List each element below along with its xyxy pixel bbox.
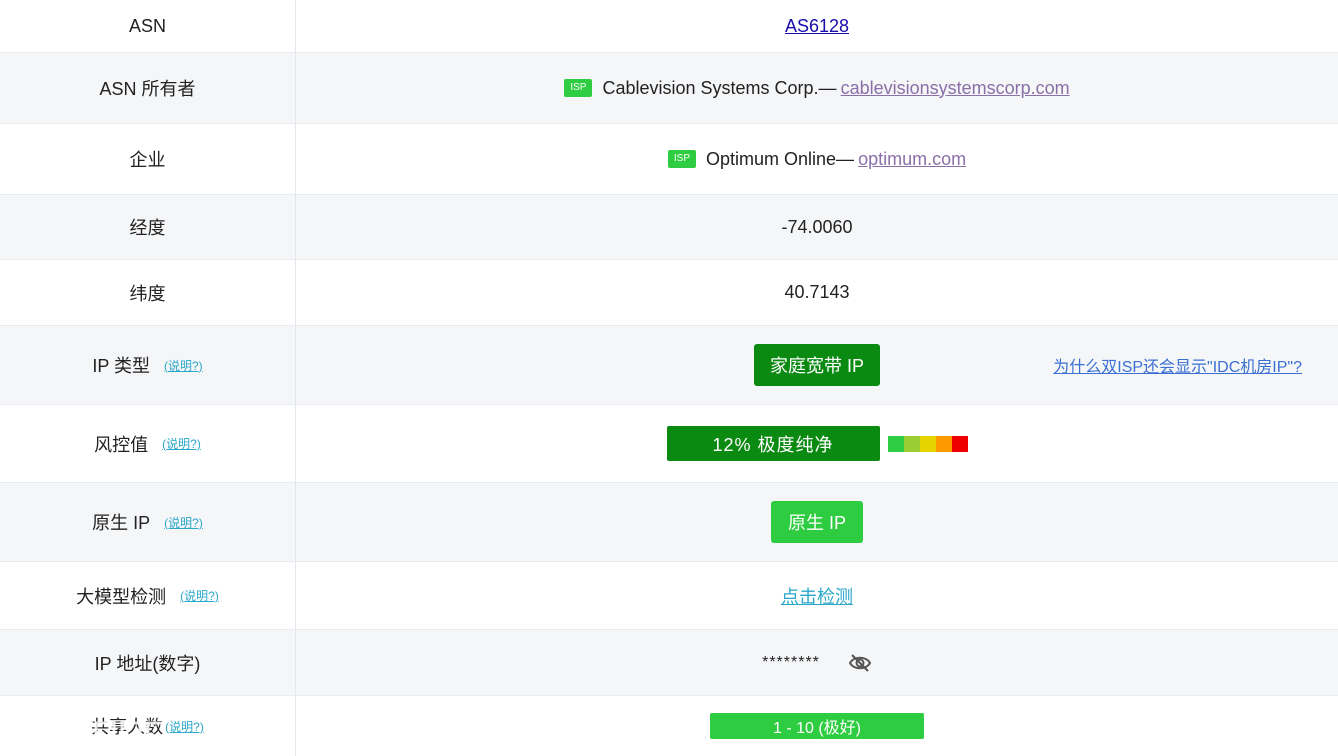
- share-count-badge: 1 - 10 (极好): [710, 713, 924, 739]
- llm-detect-label: 大模型检测: [76, 586, 167, 607]
- label-latitude: 纬度: [0, 260, 296, 325]
- label-ip-numeric: IP 地址(数字): [0, 630, 296, 695]
- row-risk: 风控值 (说明?) 12% 极度纯净: [0, 405, 1338, 483]
- ip-numeric-masked: ********: [762, 653, 820, 671]
- label-native-ip: 原生 IP (说明?): [0, 483, 296, 561]
- row-ip-numeric: IP 地址(数字) ********: [0, 630, 1338, 696]
- label-ip-type: IP 类型 (说明?): [0, 326, 296, 404]
- idc-explain-link[interactable]: 为什么双ISP还会显示"IDC机房IP"?: [1053, 353, 1302, 377]
- risk-scale-segment: [887, 435, 904, 452]
- value-company: ISP Optimum Online— optimum.com: [296, 124, 1338, 194]
- label-llm-detect: 大模型检测 (说明?): [0, 562, 296, 629]
- value-native-ip: 原生 IP: [296, 483, 1338, 561]
- llm-detect-help-link[interactable]: (说明?): [180, 587, 219, 604]
- ip-type-badge: 家庭宽带 IP: [753, 344, 880, 386]
- label-asn-owner: ASN 所有者: [0, 53, 296, 123]
- native-ip-label: 原生 IP: [92, 513, 151, 533]
- asn-owner-domain-link[interactable]: cablevisionsystemscorp.com: [841, 78, 1070, 99]
- value-ip-type: 家庭宽带 IP 为什么双ISP还会显示"IDC机房IP"?: [296, 326, 1338, 404]
- row-asn: ASN AS6128: [0, 0, 1338, 53]
- row-share-count: 共享人数 (说明?) 1 - 10 (极好): [0, 696, 1338, 756]
- risk-label: 风控值: [94, 434, 149, 455]
- company-name: Optimum Online—: [706, 148, 855, 169]
- ip-type-help-link[interactable]: (说明?): [164, 357, 203, 374]
- ip-info-table: ASN AS6128 ASN 所有者 ISP Cablevision Syste…: [0, 0, 1338, 756]
- label-longitude: 经度: [0, 195, 296, 259]
- label-company: 企业: [0, 124, 296, 194]
- value-risk: 12% 极度纯净: [296, 405, 1338, 482]
- label-share-count: 共享人数 (说明?): [0, 696, 296, 756]
- label-risk: 风控值 (说明?): [0, 405, 296, 482]
- risk-scale-segment: [951, 435, 968, 452]
- value-share-count: 1 - 10 (极好): [296, 696, 1338, 756]
- row-asn-owner: ASN 所有者 ISP Cablevision Systems Corp.— c…: [0, 53, 1338, 124]
- isp-badge: ISP: [667, 150, 697, 168]
- share-count-help-link[interactable]: (说明?): [165, 718, 204, 735]
- label-asn: ASN: [0, 0, 296, 52]
- row-ip-type: IP 类型 (说明?) 家庭宽带 IP 为什么双ISP还会显示"IDC机房IP"…: [0, 326, 1338, 405]
- share-count-label: 共享人数: [91, 717, 164, 737]
- row-llm-detect: 大模型检测 (说明?) 点击检测: [0, 562, 1338, 630]
- value-asn-owner: ISP Cablevision Systems Corp.— cablevisi…: [296, 53, 1338, 123]
- row-longitude: 经度 -74.0060: [0, 195, 1338, 260]
- click-detect-link[interactable]: 点击检测: [781, 583, 853, 609]
- company-domain-link[interactable]: optimum.com: [858, 149, 966, 170]
- native-ip-help-link[interactable]: (说明?): [164, 514, 203, 531]
- risk-scale-segment: [935, 435, 952, 452]
- risk-score-badge: 12% 极度纯净: [666, 426, 880, 461]
- risk-scale-segment: [903, 435, 920, 452]
- value-longitude: -74.0060: [781, 216, 853, 237]
- row-company: 企业 ISP Optimum Online— optimum.com: [0, 124, 1338, 195]
- row-latitude: 纬度 40.7143: [0, 260, 1338, 326]
- asn-link[interactable]: AS6128: [785, 16, 849, 37]
- ip-type-label: IP 类型: [92, 356, 150, 376]
- eye-slash-icon[interactable]: [848, 653, 872, 673]
- risk-scale-bar: [887, 435, 968, 452]
- value-ip-numeric: ********: [296, 630, 1338, 695]
- value-asn: AS6128: [296, 0, 1338, 52]
- risk-help-link[interactable]: (说明?): [162, 435, 201, 452]
- risk-scale-segment: [919, 435, 936, 452]
- row-native-ip: 原生 IP (说明?) 原生 IP: [0, 483, 1338, 562]
- native-ip-badge: 原生 IP: [770, 501, 863, 543]
- value-llm-detect: 点击检测: [296, 562, 1338, 629]
- value-latitude: 40.7143: [784, 282, 850, 302]
- asn-owner-name: Cablevision Systems Corp.—: [602, 77, 837, 98]
- isp-badge: ISP: [564, 79, 593, 97]
